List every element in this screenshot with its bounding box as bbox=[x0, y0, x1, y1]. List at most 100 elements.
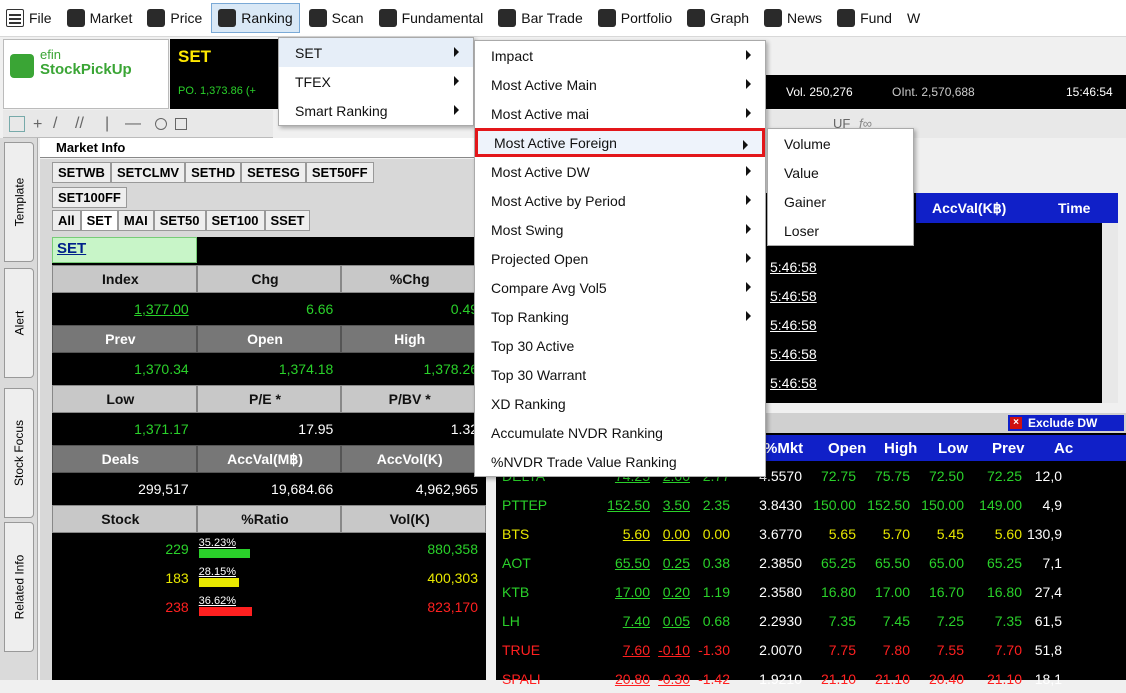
set-item-top-30-warrant[interactable]: Top 30 Warrant bbox=[475, 360, 765, 389]
stock-row[interactable]: SPALI 20.80 -0.30 -1.42 1.9210 21.10 21.10 20.4… bbox=[496, 664, 1066, 693]
column-header[interactable]: Open bbox=[828, 440, 884, 457]
index-tab-set[interactable]: SET bbox=[80, 210, 118, 231]
stock-row[interactable]: PTTEP 152.50 3.50 2.35 3.8430 150.00 152.50 150… bbox=[496, 490, 1066, 519]
set-item-impact[interactable]: Impact bbox=[475, 41, 765, 70]
set-item-most-active-foreign[interactable]: Most Active Foreign bbox=[475, 128, 765, 157]
stock-cell-chg: 0.25 bbox=[662, 554, 690, 571]
set-item-projected-open[interactable]: Projected Open bbox=[475, 244, 765, 273]
info-header-cell: Open bbox=[196, 325, 342, 353]
ranking-item-tfex[interactable]: TFEX bbox=[279, 67, 473, 96]
index-tab-setesg[interactable]: SETESG bbox=[241, 162, 306, 183]
crosshair-tool-icon[interactable]: + bbox=[33, 116, 42, 134]
menu-ranking[interactable]: Ranking bbox=[211, 3, 300, 33]
menu-item-label: Most Active by Period bbox=[491, 192, 626, 209]
foreign-item-volume[interactable]: Volume bbox=[768, 129, 913, 158]
menu-portfolio[interactable]: Portfolio bbox=[592, 3, 678, 33]
logo-text-2: StockPickUp bbox=[40, 61, 132, 78]
side-tab-alert[interactable]: Alert bbox=[4, 268, 34, 378]
set-item-most-active-dw[interactable]: Most Active DW bbox=[475, 157, 765, 186]
symbol-name[interactable]: SET bbox=[178, 47, 211, 67]
index-tab-set50[interactable]: SET50 bbox=[153, 210, 206, 231]
exclude-dw-button[interactable]: × Exclude DW bbox=[1008, 415, 1124, 431]
index-tab-sset[interactable]: SSET bbox=[264, 210, 311, 231]
side-tab-related-info[interactable]: Related Info bbox=[4, 522, 34, 652]
menu-bar-trade[interactable]: Bar Trade bbox=[492, 3, 588, 33]
stock-cell-sym: AOT bbox=[502, 554, 531, 571]
index-tab-set50ff[interactable]: SET50FF bbox=[305, 162, 374, 183]
index-tab-all[interactable]: All bbox=[52, 210, 81, 231]
index-tab-setclmv[interactable]: SETCLMV bbox=[110, 162, 186, 183]
side-tab-label: Template bbox=[12, 177, 27, 227]
menu-w[interactable]: W bbox=[901, 3, 926, 33]
news-icon bbox=[764, 9, 783, 27]
info-value-cell: 1,378.26 bbox=[423, 361, 479, 377]
stock-cell-high: 21.10 bbox=[874, 670, 910, 687]
ranking-item-set[interactable]: SET bbox=[279, 38, 473, 67]
stock-row[interactable]: BTS 5.60 0.00 0.00 3.6770 5.65 5.70 5.45 5.60 130… bbox=[496, 519, 1066, 548]
set-item-most-active-by-period[interactable]: Most Active by Period bbox=[475, 186, 765, 215]
stock-cell-low: 72.50 bbox=[928, 467, 964, 484]
column-header[interactable]: Low bbox=[938, 440, 992, 457]
index-tab-set100ff[interactable]: SET100FF bbox=[52, 187, 127, 208]
ratio-count: 183 bbox=[165, 570, 189, 586]
menu-fund[interactable]: Fund bbox=[831, 3, 898, 33]
stock-row[interactable]: KTB 17.00 0.20 1.19 2.3580 16.80 17.00 16.70 16.… bbox=[496, 577, 1066, 606]
dollar-icon bbox=[147, 9, 166, 27]
index-tab-set100[interactable]: SET100 bbox=[205, 210, 265, 231]
menu-file[interactable]: File bbox=[0, 3, 58, 33]
side-tab-stock-focus[interactable]: Stock Focus bbox=[4, 388, 34, 518]
set-item-most-swing[interactable]: Most Swing bbox=[475, 215, 765, 244]
menu-label: Scan bbox=[331, 10, 364, 26]
stock-row[interactable]: AOT 65.50 0.25 0.38 2.3850 65.25 65.50 65.00 65.… bbox=[496, 548, 1066, 577]
top-table-scrollbar[interactable] bbox=[1102, 223, 1118, 403]
menu-graph[interactable]: Graph bbox=[681, 3, 755, 33]
accval-header[interactable]: AccVal(K฿) bbox=[932, 200, 1006, 217]
line-tool-icon[interactable]: / bbox=[53, 115, 57, 133]
rect-tool-icon[interactable] bbox=[175, 118, 187, 130]
column-header[interactable]: Prev bbox=[992, 440, 1054, 457]
index-tab-setwb[interactable]: SETWB bbox=[52, 162, 111, 183]
menu-news[interactable]: News bbox=[758, 3, 828, 33]
set-item-accumulate-nvdr-ranking[interactable]: Accumulate NVDR Ranking bbox=[475, 418, 765, 447]
vertical-line-icon[interactable]: | bbox=[105, 115, 109, 133]
stock-cell-mkt: 2.3580 bbox=[759, 583, 802, 600]
ratio-pct: 35.23% bbox=[198, 537, 236, 549]
index-tab-mai[interactable]: MAI bbox=[117, 210, 154, 231]
foreign-item-loser[interactable]: Loser bbox=[768, 216, 913, 245]
stock-cell-mkt: 3.8430 bbox=[759, 496, 802, 513]
set-item-compare-avg-vol5[interactable]: Compare Avg Vol5 bbox=[475, 273, 765, 302]
stock-row[interactable]: LH 7.40 0.05 0.68 2.2930 7.35 7.45 7.25 7.35 61,5 bbox=[496, 606, 1066, 635]
set-item-xd-ranking[interactable]: XD Ranking bbox=[475, 389, 765, 418]
set-item-top-ranking[interactable]: Top Ranking bbox=[475, 302, 765, 331]
circle-tool-icon[interactable] bbox=[155, 118, 167, 130]
foreign-item-value[interactable]: Value bbox=[768, 158, 913, 187]
side-tab-template[interactable]: Template bbox=[4, 142, 34, 262]
pointer-tool-icon[interactable] bbox=[9, 116, 25, 132]
index-tabs-row2: SET100FF bbox=[52, 187, 127, 208]
foreign-item-gainer[interactable]: Gainer bbox=[768, 187, 913, 216]
ranking-item-smart-ranking[interactable]: Smart Ranking bbox=[279, 96, 473, 125]
menu-fundamental[interactable]: Fundamental bbox=[373, 3, 490, 33]
time-header[interactable]: Time bbox=[1058, 200, 1090, 216]
info-header-cell: AccVol(K) bbox=[341, 445, 487, 473]
info-header-cell: Vol(K) bbox=[341, 505, 487, 533]
parallel-tool-icon[interactable]: // bbox=[75, 115, 84, 133]
exclude-dw-label: Exclude DW bbox=[1028, 416, 1098, 430]
stock-cell-high: 152.50 bbox=[867, 496, 910, 513]
column-header[interactable]: High bbox=[884, 440, 938, 457]
index-tab-sethd[interactable]: SETHD bbox=[185, 162, 242, 183]
menu-scan[interactable]: Scan bbox=[303, 3, 370, 33]
info-value-cell: 299,517 bbox=[138, 481, 189, 497]
horizontal-line-icon[interactable]: — bbox=[125, 115, 141, 133]
column-header[interactable]: Ac bbox=[1054, 440, 1094, 457]
menu-price[interactable]: Price bbox=[141, 3, 208, 33]
stock-row[interactable]: TRUE 7.60 -0.10 -1.30 2.0070 7.75 7.80 7.55 7.70… bbox=[496, 635, 1066, 664]
column-header[interactable]: %Mkt bbox=[764, 440, 828, 457]
set-item-most-active-main[interactable]: Most Active Main bbox=[475, 70, 765, 99]
selected-index-label[interactable]: SET bbox=[52, 237, 197, 263]
close-icon: × bbox=[1010, 417, 1022, 429]
set-item-most-active-mai[interactable]: Most Active mai bbox=[475, 99, 765, 128]
menu-market[interactable]: Market bbox=[61, 3, 139, 33]
set-item-top-30-active[interactable]: Top 30 Active bbox=[475, 331, 765, 360]
set-item--nvdr-trade-value-ranking[interactable]: %NVDR Trade Value Ranking bbox=[475, 447, 765, 476]
